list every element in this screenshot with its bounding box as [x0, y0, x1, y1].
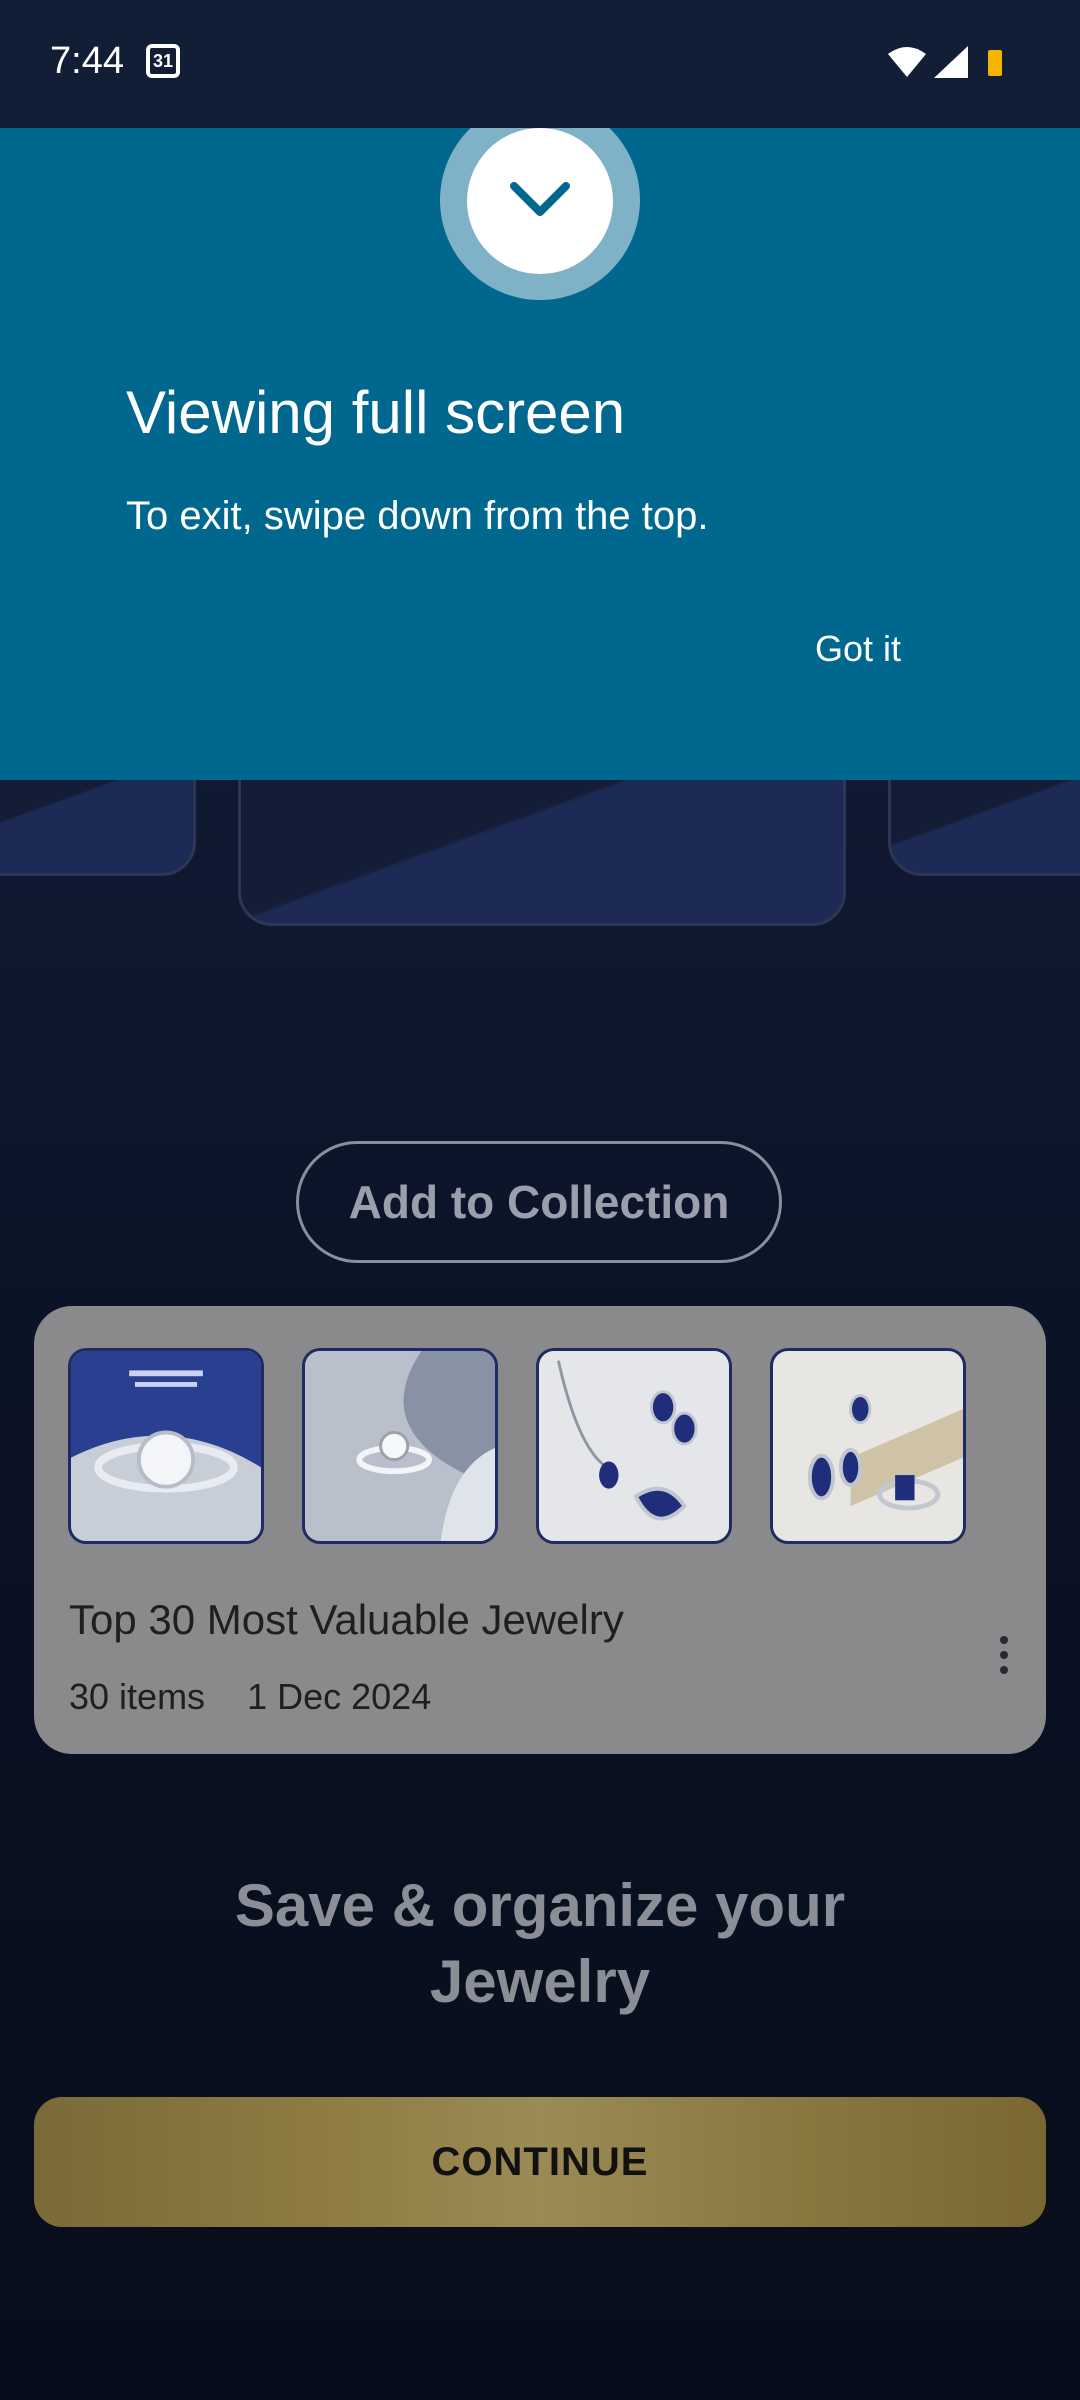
sapphire-necklace-thumbnail[interactable]	[536, 1348, 732, 1544]
fullscreen-notice: Viewing full screen To exit, swipe down …	[0, 100, 1080, 780]
swipe-down-badge	[467, 128, 613, 274]
ring-halo-icon	[71, 1351, 261, 1541]
got-it-button[interactable]: Got it	[815, 628, 901, 670]
onboarding-headline: Save & organize your Jewelry	[100, 1868, 980, 2020]
engagement-ring-thumbnail[interactable]	[302, 1348, 498, 1544]
headline-line-2: Jewelry	[429, 1948, 651, 2015]
battery-icon	[988, 50, 1002, 76]
more-vert-icon[interactable]	[1000, 1636, 1010, 1681]
sapphire-necklace-earrings-icon	[539, 1351, 729, 1541]
collection-card[interactable]: Top 30 Most Valuable Jewelry 30 items 1 …	[34, 1306, 1046, 1754]
wifi-icon	[888, 47, 926, 77]
status-bar: 7:44 31	[0, 0, 1080, 128]
fullscreen-message: To exit, swipe down from the top.	[126, 494, 709, 538]
app-screen: 7:44 31 Add to Collection Top 30 Most Va…	[0, 0, 1080, 2400]
headline-line-1: Save & organize your	[234, 1872, 846, 1939]
collection-date: 1 Dec 2024	[247, 1676, 432, 1717]
collection-meta: 30 items 1 Dec 2024	[69, 1676, 463, 1718]
sapphire-jewelry-set-icon	[773, 1351, 963, 1541]
chevron-down-icon	[510, 182, 570, 216]
continue-button[interactable]: CONTINUE	[34, 2097, 1046, 2227]
collection-title: Top 30 Most Valuable Jewelry	[69, 1596, 624, 1643]
clock: 7:44	[50, 40, 124, 82]
ring-halo-thumbnail[interactable]	[68, 1348, 264, 1544]
signal-icon	[934, 46, 968, 78]
collection-item-count: 30 items	[69, 1676, 206, 1717]
fullscreen-title: Viewing full screen	[126, 379, 626, 446]
engagement-ring-icon	[305, 1351, 495, 1541]
add-to-collection-button[interactable]: Add to Collection	[296, 1141, 782, 1263]
calendar-icon: 31	[146, 44, 180, 78]
sapphire-set-thumbnail[interactable]	[770, 1348, 966, 1544]
